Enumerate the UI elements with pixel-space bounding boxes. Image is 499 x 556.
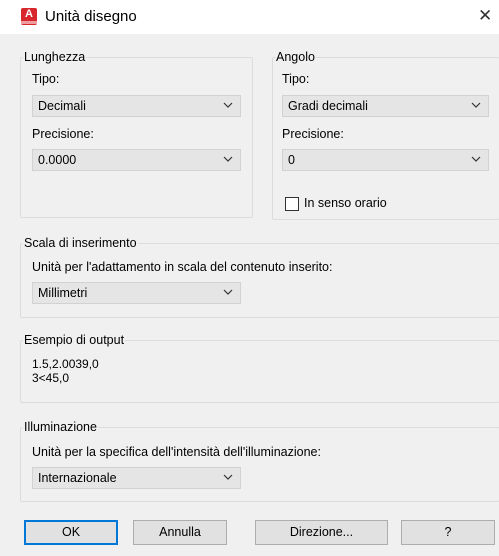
length-precision-dropdown[interactable]: 0.0000 [32, 149, 241, 171]
insertion-units-value: Millimetri [38, 286, 88, 300]
clockwise-label[interactable]: In senso orario [304, 196, 387, 211]
ok-button[interactable]: OK [24, 520, 118, 545]
output-sample-line-1: 1.5,2.0039,0 [32, 357, 99, 371]
chevron-down-icon [471, 156, 481, 162]
lighting-group-label: Illuminazione [24, 420, 97, 434]
chevron-down-icon [223, 156, 233, 162]
lighting-desc: Unità per la specifica dell'intensità de… [32, 445, 321, 459]
angle-type-value: Gradi decimali [288, 99, 368, 113]
help-button[interactable]: ? [401, 520, 495, 545]
length-type-label: Tipo: [32, 72, 60, 86]
cancel-button[interactable]: Annulla [133, 520, 227, 545]
close-icon[interactable]: ✕ [478, 6, 492, 26]
chevron-down-icon [223, 474, 233, 480]
insertion-scale-desc: Unità per l'adattamento in scala del con… [32, 260, 333, 274]
angle-type-label: Tipo: [282, 72, 310, 86]
lighting-units-value: Internazionale [38, 471, 117, 485]
length-type-dropdown[interactable]: Decimali [32, 95, 241, 117]
angle-type-dropdown[interactable]: Gradi decimali [282, 95, 489, 117]
chevron-down-icon [223, 102, 233, 108]
insertion-scale-group: Scala di inserimento [20, 236, 499, 318]
autocad-icon: A [21, 8, 37, 25]
length-precision-label: Precisione: [32, 127, 94, 141]
direction-button[interactable]: Direzione... [255, 520, 388, 545]
insertion-scale-group-label: Scala di inserimento [24, 236, 137, 250]
angle-precision-value: 0 [288, 153, 295, 167]
length-type-value: Decimali [38, 99, 86, 113]
length-group-label: Lunghezza [24, 50, 86, 64]
angle-precision-dropdown[interactable]: 0 [282, 149, 489, 171]
output-sample-group-label: Esempio di output [24, 333, 125, 347]
lighting-group: Illuminazione [20, 420, 499, 502]
output-sample-line-2: 3<45,0 [32, 371, 70, 385]
title-bar: A Unità disegno ✕ [0, 0, 499, 34]
length-precision-value: 0.0000 [38, 153, 77, 167]
window-title: Unità disegno [45, 8, 137, 25]
angle-group-label: Angolo [276, 50, 315, 64]
lighting-units-dropdown[interactable]: Internazionale [32, 467, 241, 489]
chevron-down-icon [471, 102, 481, 108]
insertion-units-dropdown[interactable]: Millimetri [32, 282, 241, 304]
clockwise-checkbox[interactable] [285, 197, 299, 211]
angle-precision-label: Precisione: [282, 127, 344, 141]
chevron-down-icon [223, 289, 233, 295]
